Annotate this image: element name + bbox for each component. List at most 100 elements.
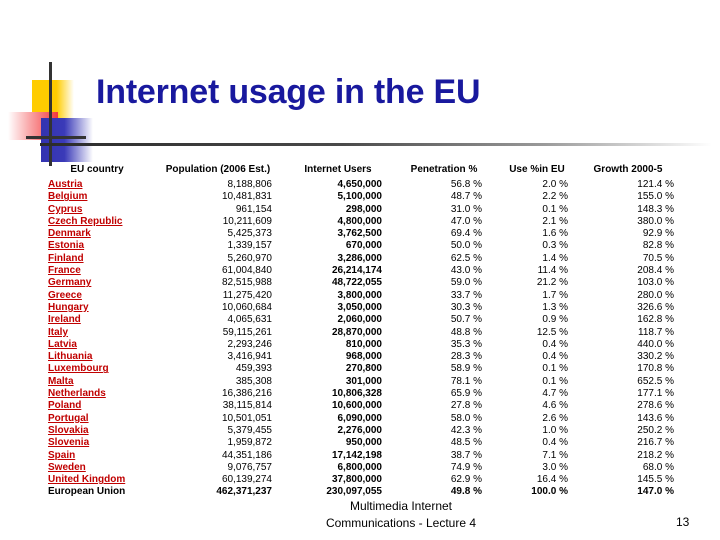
cell-penetration: 62.5 % (450, 252, 482, 264)
cell-users: 10,806,328 (331, 388, 382, 400)
cell-use-in-eu: 0.1 % (542, 203, 568, 215)
cell-country[interactable]: Germany (42, 277, 152, 289)
cell-country[interactable]: Lithuania (42, 351, 152, 363)
cell-penetration: 59.0 % (450, 277, 482, 289)
cell-population: 5,260,970 (227, 252, 273, 264)
cell-country[interactable]: France (42, 265, 152, 277)
table-total-row: European Union 462,371,237 230,097,055 49.8… (42, 486, 678, 498)
table-row: Portugal 10,501,051 6,090,000 58.0 % 2.6 % 14… (42, 413, 678, 425)
cell-country[interactable]: Italy (42, 327, 152, 339)
cell-growth: 82.8 % (642, 240, 674, 252)
cell-use-in-eu: 0.1 % (542, 363, 568, 375)
cell-use-in-eu: 0.1 % (542, 375, 568, 387)
cell-country[interactable]: Slovakia (42, 425, 152, 437)
cell-use-in-eu: 0.4 % (542, 351, 568, 363)
cell-country[interactable]: Netherlands (42, 388, 152, 400)
cell-population: 59,115,261 (222, 326, 272, 338)
cell-penetration: 74.9 % (450, 461, 482, 473)
cell-use-in-eu: 0.9 % (542, 314, 568, 326)
cell-country[interactable]: Hungary (42, 302, 152, 314)
cell-growth: 652.5 % (637, 375, 674, 387)
cell-country[interactable]: Greece (42, 290, 152, 302)
cell-country[interactable]: United Kingdom (42, 474, 152, 486)
cell-country[interactable]: Portugal (42, 413, 152, 425)
cell-population: 16,386,216 (221, 388, 272, 400)
table-row: Spain 44,351,186 17,142,198 38.7 % 7.1 % 218.… (42, 450, 678, 462)
cell-penetration: 48.7 % (450, 191, 482, 203)
cell-penetration: 28.3 % (450, 351, 482, 363)
cell-country[interactable]: Czech Republic (42, 216, 152, 228)
cell-users: 810,000 (345, 338, 382, 350)
cell-population: 3,416,941 (227, 351, 273, 363)
cell-use-in-eu: 4.7 % (542, 388, 568, 400)
cell-use-in-eu: 3.0 % (542, 461, 568, 473)
cell-growth: 70.5 % (642, 252, 674, 264)
table-header-row: EU country Population (2006 Est.) Intern… (42, 164, 678, 179)
cell-users: 301,000 (345, 375, 382, 387)
cell-use-in-eu: 100.0 % (531, 486, 568, 498)
cell-growth: 147.0 % (637, 486, 674, 498)
cell-country[interactable]: Belgium (42, 191, 152, 203)
cell-growth: 103.0 % (637, 277, 674, 289)
cell-population: 9,076,757 (227, 461, 273, 473)
cell-penetration: 58.9 % (450, 363, 482, 375)
cell-country[interactable]: Slovenia (42, 437, 152, 449)
cell-population: 5,379,455 (227, 424, 273, 436)
table-row: Cyprus 961,154 298,000 31.0 % 0.1 % 148.3 % (42, 204, 678, 216)
cell-penetration: 50.7 % (450, 314, 482, 326)
cell-population: 60,139,274 (221, 474, 272, 486)
cell-users: 37,800,000 (331, 474, 382, 486)
cell-growth: 330.2 % (637, 351, 674, 363)
cell-penetration: 50.0 % (450, 240, 482, 252)
cell-country[interactable]: Sweden (42, 462, 152, 474)
footer-line-2: Communications - Lecture 4 (325, 516, 477, 530)
cell-population: 961,154 (235, 203, 272, 215)
cell-country[interactable]: Spain (42, 450, 152, 462)
cell-country[interactable]: Denmark (42, 228, 152, 240)
footer-line-1: Multimedia Internet (349, 499, 453, 513)
table-row: Poland 38,115,814 10,600,000 27.8 % 4.6 % 278… (42, 400, 678, 412)
cell-country[interactable]: Ireland (42, 314, 152, 326)
cell-penetration: 42.3 % (450, 424, 482, 436)
cell-growth: 162.8 % (637, 314, 674, 326)
cell-growth: 326.6 % (637, 301, 674, 313)
cell-users: 2,060,000 (337, 314, 383, 326)
cell-country[interactable]: Cyprus (42, 204, 152, 216)
table-row: Malta 385,308 301,000 78.1 % 0.1 % 652.5 % (42, 376, 678, 388)
horizontal-rule-decoration (26, 136, 86, 139)
cell-population: 10,211,609 (222, 215, 272, 227)
table-row: Czech Republic 10,211,609 4,800,000 47.0 % 2… (42, 216, 678, 228)
table-row: Hungary 10,060,684 3,050,000 30.3 % 1.3 % 326… (42, 302, 678, 314)
cell-penetration: 31.0 % (450, 203, 482, 215)
cell-use-in-eu: 2.0 % (542, 179, 568, 190)
cell-population: 11,275,420 (222, 289, 272, 301)
cell-country[interactable]: Luxembourg (42, 363, 152, 375)
header-penetration: Penetration % (410, 164, 478, 175)
cell-population: 385,308 (235, 375, 272, 387)
header-population: Population (2006 Est.) (165, 164, 271, 175)
cell-growth: 218.2 % (637, 449, 674, 461)
cell-growth: 121.4 % (637, 179, 674, 190)
cell-users: 26,214,174 (331, 265, 382, 277)
cell-country[interactable]: Austria (42, 179, 152, 191)
cell-country[interactable]: Latvia (42, 339, 152, 351)
cell-use-in-eu: 2.6 % (542, 412, 568, 424)
cell-use-in-eu: 11.4 % (537, 265, 568, 277)
table-row: Slovenia 1,959,872 950,000 48.5 % 0.4 % 216.7… (42, 437, 678, 449)
cell-users: 968,000 (345, 351, 382, 363)
internet-usage-table: EU country Population (2006 Est.) Intern… (42, 164, 678, 499)
cell-penetration: 65.9 % (450, 388, 482, 400)
table-row: Ireland 4,065,631 2,060,000 50.7 % 0.9 % 162.… (42, 314, 678, 326)
cell-country[interactable]: Finland (42, 253, 152, 265)
cell-growth: 440.0 % (637, 338, 674, 350)
cell-growth: 380.0 % (637, 215, 674, 227)
cell-use-in-eu: 1.3 % (542, 301, 568, 313)
cell-users: 3,762,500 (337, 228, 383, 240)
cell-country[interactable]: Estonia (42, 240, 152, 252)
cell-users: 670,000 (345, 240, 382, 252)
cell-penetration: 69.4 % (450, 228, 482, 240)
cell-country[interactable]: Poland (42, 400, 152, 412)
cell-users: 950,000 (345, 437, 382, 449)
cell-use-in-eu: 12.5 % (536, 326, 568, 338)
cell-country[interactable]: Malta (42, 376, 152, 388)
